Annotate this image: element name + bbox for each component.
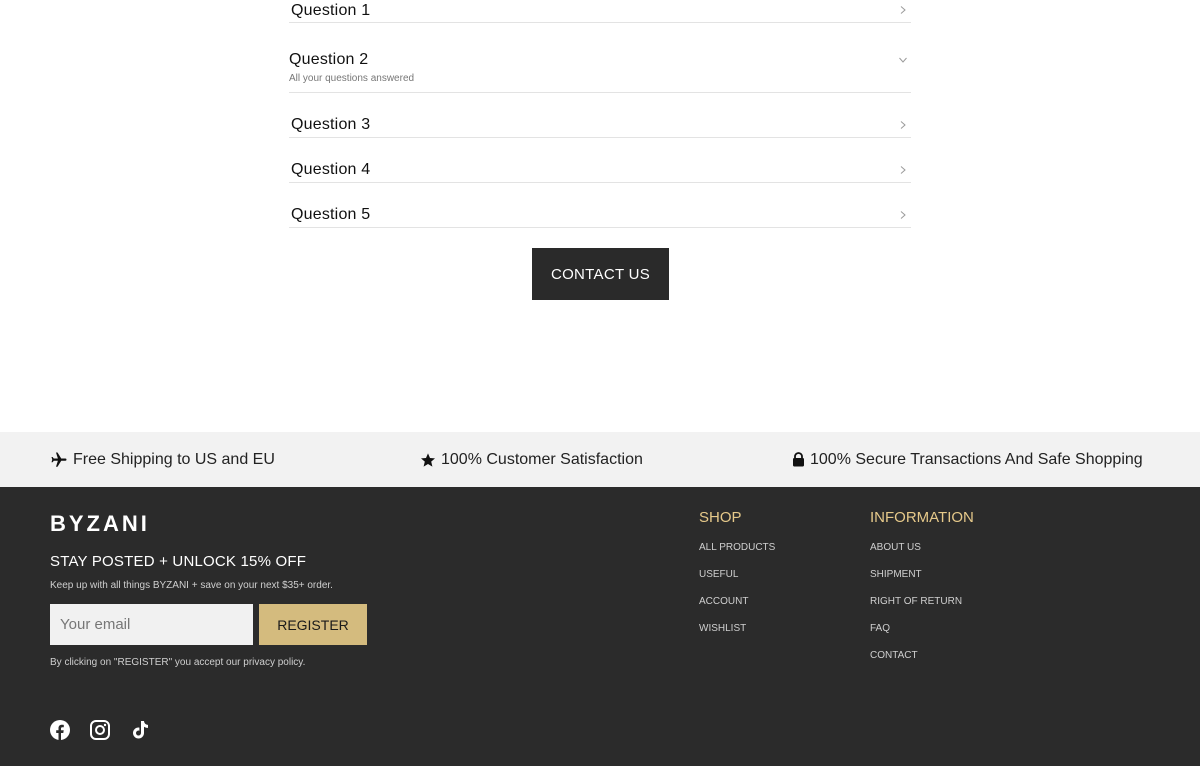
footer-link-account[interactable]: ACCOUNT	[699, 596, 775, 607]
footer-information-column: INFORMATION ABOUT US SHIPMENT RIGHT OF R…	[870, 509, 974, 677]
chevron-right-icon	[900, 121, 906, 129]
footer: BYZANI STAY POSTED + UNLOCK 15% OFF Keep…	[0, 487, 1200, 766]
trust-satisfaction: 100% Customer Satisfaction	[420, 432, 643, 487]
airplane-icon	[51, 452, 67, 467]
faq-question: Question 3	[291, 116, 371, 133]
facebook-icon[interactable]	[50, 720, 70, 740]
information-heading: INFORMATION	[870, 509, 974, 526]
star-icon	[421, 452, 435, 467]
faq-item-5[interactable]: Question 5	[289, 183, 911, 228]
footer-link-faq[interactable]: FAQ	[870, 623, 974, 634]
shop-heading: SHOP	[699, 509, 742, 526]
faq-question: Question 4	[291, 161, 371, 178]
trust-secure-text: 100% Secure Transactions And Safe Shoppi…	[810, 450, 1143, 468]
newsletter-title: STAY POSTED + UNLOCK 15% OFF	[50, 553, 307, 570]
faq-answer: All your questions answered	[289, 73, 415, 84]
social-links	[50, 720, 170, 740]
privacy-note: By clicking on "REGISTER" you accept our…	[50, 657, 306, 668]
footer-link-about-us[interactable]: ABOUT US	[870, 542, 974, 553]
register-button[interactable]: REGISTER	[259, 604, 367, 645]
chevron-right-icon	[900, 166, 906, 174]
chevron-down-icon	[899, 57, 907, 63]
faq-accordion: Question 1 Question 2 All your questions…	[289, 0, 911, 228]
page: Question 1 Question 2 All your questions…	[0, 0, 1200, 766]
trust-satisfaction-text: 100% Customer Satisfaction	[441, 450, 643, 468]
trust-shipping: Free Shipping to US and EU	[50, 432, 275, 487]
lock-icon	[793, 452, 804, 467]
trust-bar: Free Shipping to US and EU 100% Customer…	[0, 432, 1200, 487]
footer-link-right-of-return[interactable]: RIGHT OF RETURN	[870, 596, 974, 607]
trust-shipping-text: Free Shipping to US and EU	[73, 450, 275, 468]
faq-item-4[interactable]: Question 4	[289, 138, 911, 183]
footer-link-contact[interactable]: CONTACT	[870, 650, 974, 661]
brand-logo[interactable]: BYZANI	[50, 511, 150, 537]
footer-link-wishlist[interactable]: WISHLIST	[699, 623, 775, 634]
faq-item-3[interactable]: Question 3	[289, 93, 911, 138]
faq-item-2[interactable]: Question 2 All your questions answered	[289, 0, 911, 93]
contact-us-button[interactable]: CONTACT US	[532, 248, 669, 300]
email-input[interactable]	[50, 604, 253, 645]
tiktok-icon[interactable]	[130, 720, 150, 740]
footer-shop-column: SHOP ALL PRODUCTS USEFUL ACCOUNT WISHLIS…	[699, 509, 775, 650]
footer-link-all-products[interactable]: ALL PRODUCTS	[699, 542, 775, 553]
footer-link-shipment[interactable]: SHIPMENT	[870, 569, 974, 580]
instagram-icon[interactable]	[90, 720, 110, 740]
newsletter-subtitle: Keep up with all things BYZANI + save on…	[50, 580, 333, 591]
faq-question: Question 5	[291, 206, 371, 223]
footer-link-useful[interactable]: USEFUL	[699, 569, 775, 580]
chevron-right-icon	[900, 211, 906, 219]
faq-question: Question 2	[289, 51, 369, 68]
trust-secure: 100% Secure Transactions And Safe Shoppi…	[792, 432, 1143, 487]
